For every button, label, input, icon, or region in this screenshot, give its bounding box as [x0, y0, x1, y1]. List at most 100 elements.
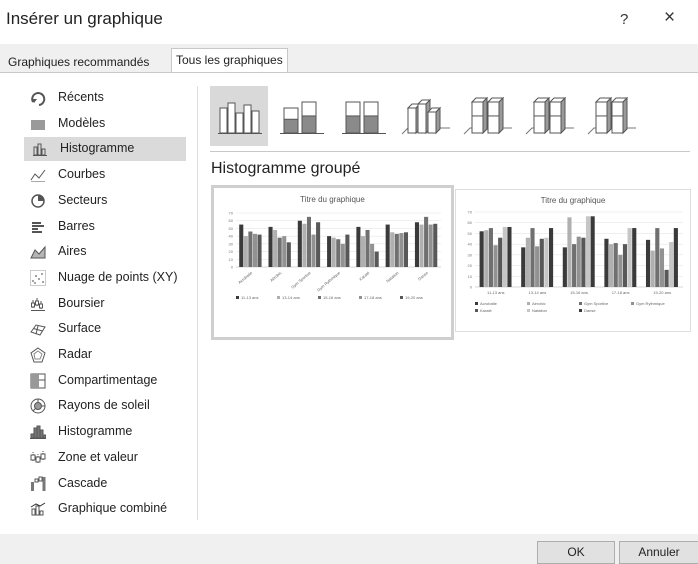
- subtype-3d-column-button[interactable]: [582, 86, 640, 146]
- bar: [336, 239, 341, 267]
- subtype-3d-clustered-column-button[interactable]: [396, 86, 454, 146]
- legend-swatch: [579, 302, 582, 305]
- legend-swatch: [631, 302, 634, 305]
- bar: [618, 254, 623, 287]
- bar: [385, 224, 390, 267]
- subtype-3d-100-stacked-column-button[interactable]: [520, 86, 578, 146]
- subtype-stacked-column-button[interactable]: [272, 86, 330, 146]
- bar: [548, 228, 554, 287]
- bar: [356, 226, 361, 267]
- tab-all-charts[interactable]: Tous les graphiques: [171, 48, 288, 74]
- sidebar-item-histogram-chart[interactable]: Histogramme: [22, 420, 187, 444]
- legend-swatch: [475, 302, 478, 305]
- sidebar-item-label: Secteurs: [58, 192, 108, 207]
- bar: [316, 222, 321, 267]
- bar: [502, 227, 507, 287]
- sunburst-chart-icon: [30, 398, 46, 414]
- x-tick-label: 19-20 ans: [653, 290, 671, 295]
- legend-label: Gym Sportive: [584, 301, 609, 306]
- bar: [399, 233, 404, 267]
- 3d-100-stacked-column-icon: [525, 96, 574, 135]
- sidebar-item-stock-chart[interactable]: Boursier: [22, 292, 187, 316]
- bar: [424, 216, 429, 267]
- x-tick-label: Gym Rythmique: [316, 270, 342, 293]
- legend-label: Danse: [584, 308, 596, 313]
- bar: [414, 222, 420, 267]
- legend-swatch: [318, 296, 321, 299]
- bar: [273, 229, 278, 267]
- bar: [297, 220, 302, 267]
- bar: [311, 234, 316, 267]
- legend-label: 15-16 ans: [323, 295, 341, 300]
- sidebar-item-label: Récents: [58, 90, 104, 104]
- sidebar-item-radar-chart[interactable]: Radar: [22, 343, 187, 367]
- insert-chart-dialog: Insérer un graphique ? × Graphiques reco…: [0, 0, 698, 564]
- bar: [488, 228, 493, 287]
- bar: [306, 216, 311, 267]
- sidebar-item-recent[interactable]: Récents: [22, 86, 187, 110]
- sidebar-item-pie-chart[interactable]: Secteurs: [22, 189, 187, 213]
- subtype-3d-stacked-column-button[interactable]: [458, 86, 516, 146]
- subtype-clustered-column-button[interactable]: [210, 86, 268, 146]
- sidebar-item-treemap-chart[interactable]: Compartimentage: [22, 369, 187, 393]
- chart-preview-1[interactable]: Titre du graphique 70 60 50 40 30 20 10 0 Acroba…: [211, 185, 454, 340]
- bar: [327, 236, 332, 267]
- bar: [248, 231, 253, 267]
- y-tick-label: 40: [468, 242, 473, 247]
- bar: [365, 229, 370, 267]
- sidebar-item-label: Nuage de points (XY): [58, 269, 178, 284]
- chart-preview-2[interactable]: Titre du graphique 70 60 50 40 30 20 10 0 11-13 …: [455, 189, 691, 332]
- y-tick-label: 50: [229, 226, 234, 231]
- sidebar-item-box-whisker-chart[interactable]: Zone et valeur: [22, 446, 187, 470]
- bar: [530, 228, 535, 287]
- bar: [257, 234, 262, 267]
- sidebar-item-waterfall-chart[interactable]: Cascade: [22, 472, 187, 496]
- legend-swatch: [579, 309, 582, 312]
- help-button[interactable]: ?: [620, 11, 628, 28]
- bar: [428, 224, 433, 267]
- bar: [498, 237, 503, 287]
- sidebar-item-line-chart[interactable]: Courbes: [22, 163, 187, 187]
- sidebar-item-area-chart[interactable]: Aires: [22, 240, 187, 264]
- tab-recommended-charts[interactable]: Graphiques recommandés: [4, 51, 153, 73]
- sidebar-item-label: Histogramme: [58, 424, 133, 439]
- bar: [567, 217, 572, 287]
- sidebar-item-surface-chart[interactable]: Surface: [22, 317, 187, 341]
- ok-button[interactable]: OK: [537, 541, 615, 564]
- x-tick-label: Danse: [417, 270, 430, 282]
- sidebar-item-scatter-chart[interactable]: Nuage de points (XY): [22, 266, 187, 290]
- chart-preview-2-svg: 70 60 50 40 30 20 10 0 11-13 ans 13-14 ans 15-16 a…: [468, 210, 683, 313]
- bar: [604, 238, 609, 287]
- sidebar-item-folder[interactable]: Modèles: [22, 112, 187, 136]
- legend-label: Natation: [532, 308, 547, 313]
- sidebar-item-bar-chart[interactable]: Barres: [22, 215, 187, 239]
- bar: [340, 243, 345, 267]
- subtype-100-stacked-column-button[interactable]: [334, 86, 392, 146]
- legend-swatch: [359, 296, 362, 299]
- bar: [493, 245, 498, 287]
- bar: [374, 251, 379, 267]
- pie-chart-icon: [31, 194, 45, 208]
- sidebar-item-combo-chart[interactable]: Graphique combiné: [22, 497, 187, 521]
- legend-label: Acrobatie: [480, 301, 498, 306]
- close-button[interactable]: ×: [664, 7, 675, 29]
- sidebar-item-label: Surface: [58, 321, 102, 336]
- legend-swatch: [277, 296, 280, 299]
- bar: [669, 242, 674, 287]
- bar: [243, 236, 248, 267]
- bar: [655, 228, 660, 287]
- scatter-chart-icon: [30, 269, 46, 286]
- x-tick-label: Acrobatie: [237, 270, 254, 285]
- legend-label: Aérobic: [532, 301, 546, 306]
- cancel-button[interactable]: Annuler: [619, 541, 698, 564]
- bar: [479, 231, 484, 287]
- sidebar-item-sunburst-chart[interactable]: Rayons de soleil: [22, 394, 187, 418]
- sidebar-item-column-chart[interactable]: Histogramme: [24, 137, 186, 162]
- x-tick-label: 13-14 ans: [529, 290, 547, 295]
- bar: [659, 248, 665, 287]
- sidebar-item-label: Boursier: [58, 295, 105, 310]
- bar: [645, 239, 651, 287]
- x-tick-label: 17-18 ans: [612, 290, 630, 295]
- bar: [544, 237, 549, 287]
- sidebar-item-label: Radar: [58, 347, 93, 361]
